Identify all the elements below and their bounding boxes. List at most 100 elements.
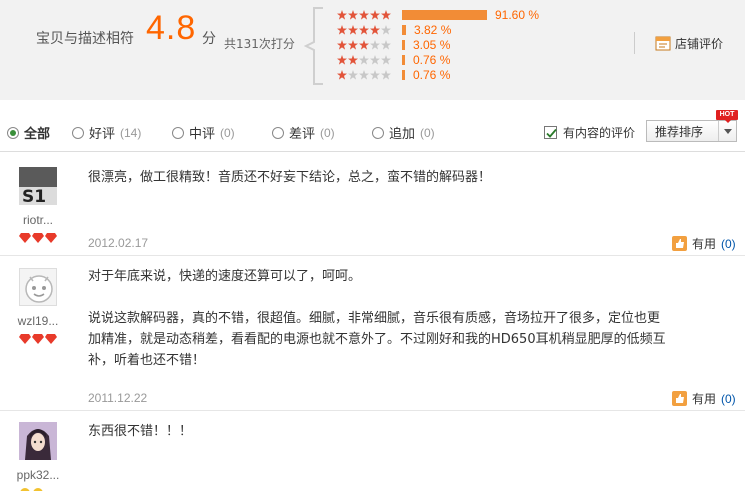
sort-selected-value: 推荐排序 — [655, 124, 704, 139]
has-content-checkbox[interactable]: 有内容的评价 — [544, 124, 635, 141]
review-item: S1 riotr... 很漂亮，做工很精致！音质还不好妄下结论，总之，蛮不错的解… — [0, 155, 745, 256]
heart-gem-icon — [45, 334, 57, 344]
filter-all[interactable]: 全部 — [7, 123, 50, 142]
radio-icon — [7, 126, 19, 139]
rating-score: 4.8 — [146, 9, 197, 47]
shop-rating-link[interactable]: 店铺评价 — [655, 35, 723, 52]
filter-positive[interactable]: 好评 (14) — [72, 123, 141, 142]
review-content: 对于年底来说，快递的速度还算可以了，呵呵。 说说这款解码器，真的不错，很超值。细… — [88, 266, 668, 371]
star-icon — [348, 70, 358, 80]
star-icon — [337, 55, 347, 65]
divider — [634, 32, 635, 54]
reviewer-name[interactable]: riotr... — [0, 213, 76, 227]
radio-icon — [372, 126, 384, 139]
rating-distribution-row: 0.76 % — [337, 53, 577, 68]
star-icon — [348, 25, 358, 35]
avatar[interactable] — [19, 422, 57, 460]
rating-distribution-row: 91.60 % — [337, 8, 577, 23]
star-icon — [359, 10, 369, 20]
rating-bar — [402, 25, 406, 35]
default-avatar-icon — [20, 269, 56, 305]
reviewer-name[interactable]: wzl19... — [0, 314, 76, 328]
thumbs-up-icon — [672, 236, 687, 251]
rating-distribution-row: 3.05 % — [337, 38, 577, 53]
star-icon — [359, 25, 369, 35]
svg-text:S1: S1 — [22, 187, 46, 205]
star-icon — [381, 10, 391, 20]
sort-select[interactable]: 推荐排序 — [646, 120, 737, 142]
review-filter-bar: 全部 好评 (14) 中评 (0) 差评 (0) 追加 (0) 有内容的评价 推… — [0, 112, 745, 152]
review-content: 东西很不错！！！ — [88, 421, 668, 442]
heart-gem-icon — [19, 233, 31, 243]
star-icon — [337, 40, 347, 50]
review-content: 很漂亮，做工很精致！音质还不好妄下结论，总之，蛮不错的解码器！ — [88, 167, 668, 188]
brace-icon — [303, 7, 323, 85]
filter-neutral[interactable]: 中评 (0) — [172, 123, 235, 142]
radio-icon — [72, 126, 84, 139]
star-icon — [348, 10, 358, 20]
reviewer-level-icon — [19, 487, 44, 491]
useful-label: 有用 — [692, 237, 717, 251]
filter-negative-count: (0) — [320, 125, 335, 140]
useful-button[interactable]: 有用 (0) — [672, 235, 736, 252]
star-icon — [370, 70, 380, 80]
star-icon — [381, 70, 391, 80]
review-paragraph: 说说这款解码器，真的不错，很超值。细腻，非常细腻，音乐很有质感，音场拉开了很多，… — [88, 311, 666, 368]
useful-count: (0) — [721, 391, 736, 406]
anime-avatar-icon — [19, 422, 57, 460]
review-date: 2011.12.22 — [88, 391, 148, 405]
filter-negative-label: 差评 — [289, 127, 316, 142]
useful-button[interactable]: 有用 (0) — [672, 390, 736, 407]
star-icon — [337, 10, 347, 20]
rating-percent: 91.60 % — [495, 8, 540, 22]
heart-gem-icon — [32, 233, 44, 243]
useful-count: (0) — [721, 236, 736, 251]
filter-all-label: 全部 — [24, 127, 51, 142]
rating-distribution-row: 3.82 % — [337, 23, 577, 38]
review-item: ppk32... 东西很不错！！！ — [0, 411, 745, 491]
chevron-down-icon — [718, 121, 736, 141]
star-rating-icon — [337, 25, 393, 35]
rating-total-count: 共131次打分 — [224, 37, 295, 51]
hot-badge: HOT — [716, 110, 738, 123]
reviewer-level-icon — [19, 334, 57, 344]
crown-level-icon — [20, 488, 30, 491]
radio-icon — [272, 126, 284, 139]
reviewer-name[interactable]: ppk32... — [0, 468, 76, 482]
filter-neutral-label: 中评 — [189, 127, 216, 142]
rating-score-unit: 分 — [202, 31, 216, 47]
review-paragraph: 很漂亮，做工很精致！音质还不好妄下结论，总之，蛮不错的解码器！ — [88, 170, 492, 185]
star-icon — [337, 25, 347, 35]
heart-gem-icon — [32, 334, 44, 344]
star-icon — [381, 40, 391, 50]
star-icon — [370, 55, 380, 65]
shop-rating-label: 店铺评价 — [675, 37, 724, 51]
star-icon — [348, 55, 358, 65]
rating-summary: 宝贝与描述相符 4.8 分 共131次打分 91.60 % 3.82 % 3.05 … — [0, 0, 745, 100]
avatar[interactable] — [19, 268, 57, 306]
filter-positive-label: 好评 — [89, 127, 116, 142]
star-rating-icon — [337, 70, 393, 80]
heart-gem-icon — [45, 233, 57, 243]
review-paragraph: 对于年底来说，快递的速度还算可以了，呵呵。 — [88, 269, 362, 284]
star-icon — [337, 70, 347, 80]
rating-percent: 0.76 % — [413, 53, 451, 67]
rating-percent: 3.05 % — [413, 38, 451, 52]
star-icon — [359, 55, 369, 65]
star-rating-icon — [337, 40, 393, 50]
rating-summary-label: 宝贝与描述相符 — [36, 31, 134, 47]
star-icon — [370, 40, 380, 50]
avatar[interactable]: S1 — [19, 167, 57, 205]
rating-distribution-row: 0.76 % — [337, 68, 577, 83]
filter-negative[interactable]: 差评 (0) — [272, 123, 335, 142]
has-content-label: 有内容的评价 — [563, 126, 636, 140]
thumbs-up-icon — [672, 391, 687, 406]
star-rating-icon — [337, 55, 393, 65]
star-icon — [381, 25, 391, 35]
crown-level-icon — [33, 488, 43, 491]
review-item: wzl19... 对于年底来说，快递的速度还算可以了，呵呵。 说说这款解码器，真… — [0, 256, 745, 411]
rating-percent: 3.82 % — [414, 23, 452, 37]
star-icon — [370, 10, 380, 20]
filter-appended[interactable]: 追加 (0) — [372, 123, 435, 142]
rating-bar — [402, 55, 405, 65]
